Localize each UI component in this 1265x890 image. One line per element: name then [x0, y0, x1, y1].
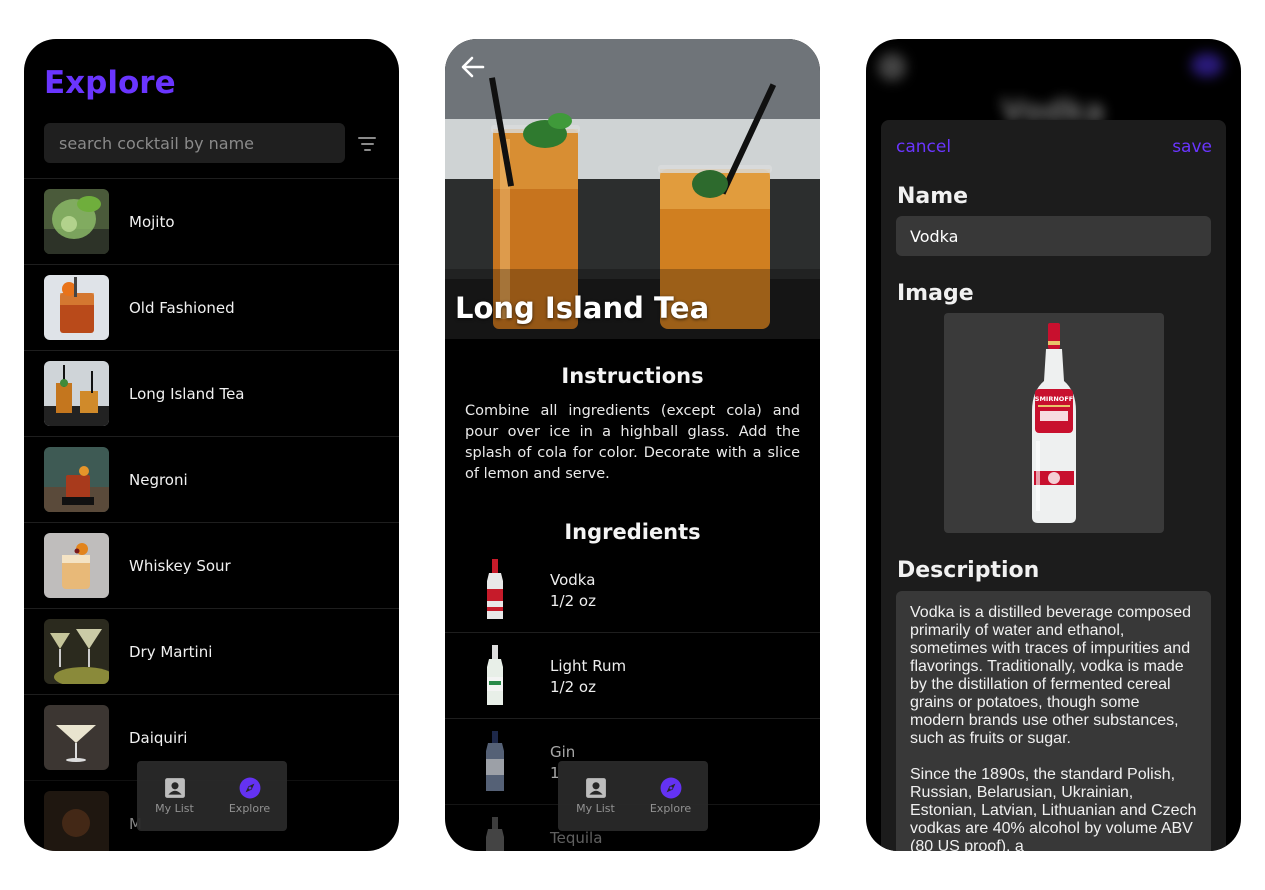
nav-label: My List — [576, 802, 615, 815]
cocktail-thumbnail — [44, 619, 109, 684]
compass-icon — [239, 777, 260, 799]
bottom-nav: My List Explore — [137, 761, 287, 831]
description-text: Vodka is a distilled beverage composed p… — [910, 604, 1197, 851]
list-item[interactable]: Mojito — [24, 178, 399, 264]
cocktail-thumbnail — [44, 275, 109, 340]
ingredient-row[interactable]: Light Rum 1/2 oz — [445, 633, 820, 719]
nav-label: Explore — [228, 802, 271, 815]
nav-label: Explore — [649, 802, 692, 815]
search-input[interactable] — [44, 123, 345, 163]
nav-my-list[interactable]: My List — [137, 771, 212, 815]
detail-screen: Long Island Tea Instructions Combine all… — [445, 39, 820, 851]
ingredient-row[interactable]: Vodka 1/2 oz — [445, 547, 820, 633]
blurred-action-icon — [1191, 53, 1223, 77]
list-item[interactable]: Whiskey Sour — [24, 522, 399, 608]
cocktail-thumbnail — [44, 361, 109, 426]
ingredient-amount: 1/2 oz — [550, 678, 596, 696]
rum-bottle-image — [487, 645, 503, 705]
list-item[interactable]: Old Fashioned — [24, 264, 399, 350]
ingredient-name: Gin — [550, 743, 576, 761]
nav-explore[interactable]: Explore — [633, 771, 708, 815]
cocktail-name: Negroni — [129, 471, 188, 489]
ingredient-name: Vodka — [550, 571, 596, 589]
cocktail-name: Dry Martini — [129, 643, 213, 661]
bottle-brand-text: SMIRNOFF — [1035, 395, 1073, 403]
cocktail-list: Mojito Old Fashioned Long Island Tea Neg… — [24, 178, 399, 851]
ingredient-name: Tequila — [550, 829, 603, 847]
tequila-bottle-image — [486, 817, 504, 851]
nav-label: My List — [155, 802, 194, 815]
cocktail-name: Daiquiri — [129, 729, 188, 747]
cancel-button[interactable]: cancel — [896, 137, 951, 157]
contact-icon — [164, 778, 185, 798]
vodka-bottle-image — [487, 559, 503, 619]
list-item[interactable]: Negroni — [24, 436, 399, 522]
cocktail-name: Mojito — [129, 213, 175, 231]
nav-my-list[interactable]: My List — [558, 771, 633, 815]
image-picker[interactable]: SMIRNOFF — [944, 313, 1164, 533]
search-bar[interactable] — [44, 123, 345, 163]
page-title: Explore — [44, 65, 176, 101]
description-field[interactable]: Vodka is a distilled beverage composed p… — [896, 591, 1211, 851]
back-arrow-icon[interactable] — [460, 54, 486, 80]
cocktail-name: Old Fashioned — [129, 299, 235, 317]
name-field[interactable] — [896, 216, 1211, 256]
nav-explore[interactable]: Explore — [212, 771, 287, 815]
list-item[interactable]: Dry Martini — [24, 608, 399, 694]
filter-icon[interactable] — [356, 132, 378, 154]
description-label: Description — [897, 558, 1040, 583]
cocktail-name: Whiskey Sour — [129, 557, 231, 575]
save-button[interactable]: save — [1172, 137, 1212, 157]
contact-icon — [585, 778, 606, 798]
ingredient-amount: 1/2 oz — [550, 592, 596, 610]
list-item[interactable]: Long Island Tea — [24, 350, 399, 436]
blurred-back-icon — [878, 53, 906, 81]
edit-sheet: cancel save Name Image SMIRNOFF Descript… — [881, 120, 1226, 851]
instructions-text: Combine all ingredients (except cola) an… — [465, 403, 800, 482]
compass-icon — [660, 777, 681, 799]
cocktail-thumbnail — [44, 791, 109, 851]
ingredients-heading: Ingredients — [564, 520, 701, 544]
image-label: Image — [897, 281, 974, 306]
cocktail-thumbnail — [44, 705, 109, 770]
edit-screen: Vodka cancel save Name Image SMIRNOFF De… — [866, 39, 1241, 851]
name-label: Name — [897, 184, 969, 209]
instructions-heading: Instructions — [561, 364, 704, 388]
cocktail-thumbnail — [44, 189, 109, 254]
cocktail-name: Long Island Tea — [129, 385, 245, 403]
bottom-nav: My List Explore — [558, 761, 708, 831]
vodka-bottle-image: SMIRNOFF — [1032, 323, 1076, 523]
explore-screen: Explore Mojito Old Fashioned Long Is — [24, 39, 399, 851]
cocktail-thumbnail — [44, 533, 109, 598]
ingredient-name: Light Rum — [550, 657, 627, 675]
gin-bottle-image — [486, 731, 504, 791]
cocktail-title: Long Island Tea — [455, 291, 710, 325]
cocktail-thumbnail — [44, 447, 109, 512]
